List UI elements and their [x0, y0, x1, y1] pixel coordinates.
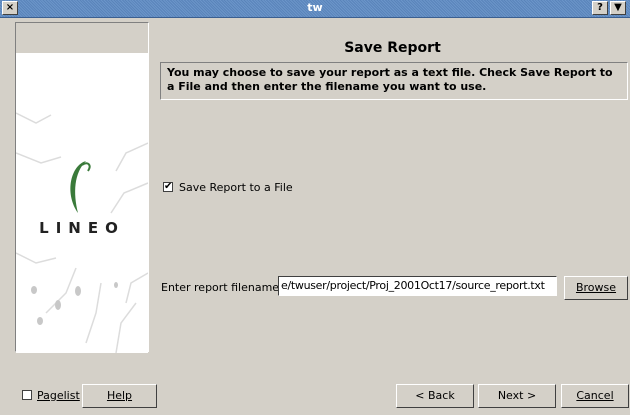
sidebar-panel: LINEO — [15, 22, 149, 354]
lineo-logo-icon: LINEO — [15, 112, 149, 354]
checkmark-icon: ✔ — [164, 181, 173, 192]
pagelist-checkbox[interactable] — [22, 390, 32, 400]
pagelist-label-text: Pagelist — [37, 389, 80, 402]
page-description: You may choose to save your report as a … — [160, 62, 628, 100]
title-bar[interactable]: × tw ? ▼ — [0, 0, 630, 18]
help-button-label: Help — [106, 389, 133, 402]
next-button-label: Next > — [497, 389, 537, 402]
back-button[interactable]: < Back — [396, 384, 474, 408]
save-to-file-label[interactable]: Save Report to a File — [179, 181, 293, 194]
cancel-button[interactable]: Cancel — [561, 384, 629, 408]
help-icon[interactable]: ? — [592, 1, 608, 15]
page-title: Save Report — [344, 40, 441, 56]
filename-label: Enter report filename: — [161, 281, 283, 294]
save-to-file-checkbox[interactable]: ✔ — [163, 182, 173, 192]
window-menu-icon[interactable]: ▼ — [610, 1, 626, 15]
cancel-button-label: Cancel — [576, 389, 614, 402]
window-title: tw — [307, 1, 323, 14]
logo-image: LINEO — [15, 53, 149, 354]
browse-button-label: Browse — [575, 281, 617, 294]
filename-input[interactable]: e/twuser/project/Proj_2001Oct17/source_r… — [278, 276, 557, 296]
browse-button[interactable]: Browse — [564, 276, 628, 300]
back-button-label: < Back — [415, 389, 455, 402]
lineo-logo-text: LINEO — [39, 219, 125, 237]
next-button[interactable]: Next > — [478, 384, 556, 408]
pagelist-label[interactable]: Pagelist — [37, 389, 80, 402]
help-button[interactable]: Help — [82, 384, 157, 408]
